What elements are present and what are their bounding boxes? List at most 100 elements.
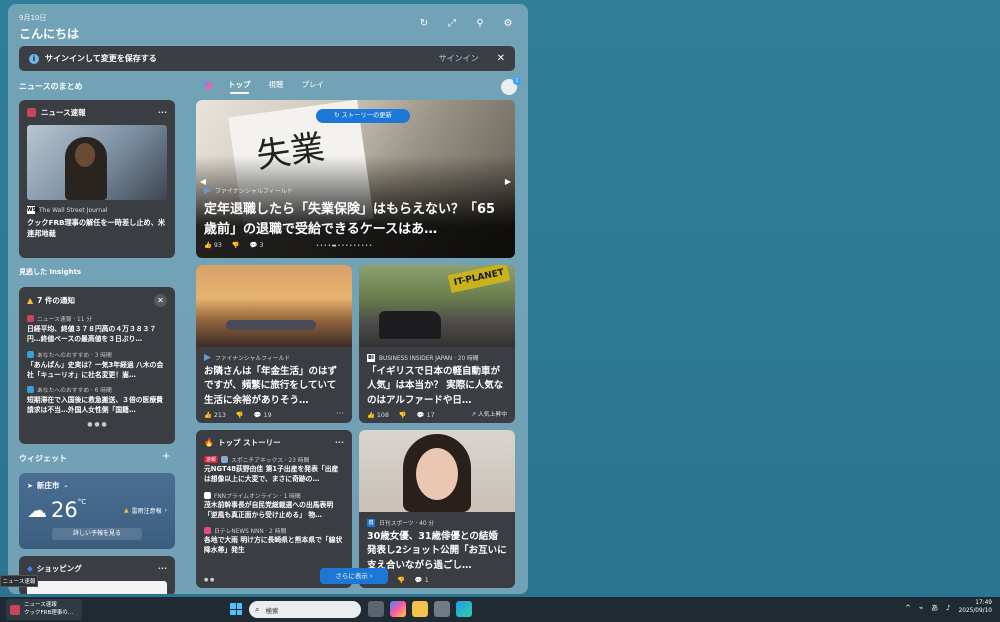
like-button[interactable]: 👍 108: [367, 411, 389, 419]
story-card[interactable]: ファイナンシャルフィールド お隣さんは「年金生活」のはずですが、頻繁に旅行をして…: [196, 265, 352, 423]
breaking-badge: 速報: [204, 456, 219, 463]
notifications-title: 7 件の通知: [37, 296, 75, 305]
recommend-icon: [27, 350, 34, 358]
list-item[interactable]: 日テレNEWS NNN · 2 時間 各地で大雨 明け方に長崎県と熊本県で「線状…: [196, 526, 352, 556]
breaking-news-card[interactable]: ニュース速報 ··· WSJ The Wall Street Journal ク…: [19, 100, 175, 258]
clock[interactable]: 17:49 2025/09/10: [959, 600, 992, 616]
notification-item[interactable]: あなたへのおすすめ · 6 時間 短期滞在で入国後に救急搬送、３倍の医療費請求は…: [19, 385, 175, 416]
comment-button[interactable]: 💬 19: [254, 411, 272, 419]
widgets-panel: 9月10日 こんにちは ↻ ⤢ ⚲ ⚙ i サインインして変更を保存する サイン…: [8, 4, 528, 594]
notification-item[interactable]: あなたへのおすすめ · 3 時間 「あんぱん」史実は？一気3年経過 八木の会社「…: [19, 350, 175, 381]
shopping-widget[interactable]: ◆ ショッピング ···: [19, 556, 175, 594]
more-options-icon[interactable]: ···: [335, 438, 344, 447]
dislike-button[interactable]: 👎: [236, 411, 244, 419]
airplane-shape: [226, 320, 316, 330]
weather-city: 新庄市: [36, 481, 60, 490]
story-headline[interactable]: お隣さんは「年金生活」のはずですが、頻繁に旅行をしていて生活に余裕がありそう…: [196, 365, 352, 408]
info-icon: i: [29, 53, 39, 64]
weather-alert[interactable]: ▲ 雷雨注意報 ›: [124, 506, 167, 515]
card-header: ▲ 7 件の通知 ✕: [19, 287, 175, 314]
refresh-label: ストーリーの更新: [341, 112, 392, 119]
news-image[interactable]: [27, 125, 167, 200]
expand-icon[interactable]: ⤢: [446, 18, 458, 30]
story-headline[interactable]: 30歳女優、31歳俳優との結婚発表し2ショット公開「お互いに支え合いながら過ごし…: [359, 530, 515, 573]
thunderstorm-cloud-icon: ☁: [27, 498, 47, 522]
pin-icon[interactable]: ⚲: [474, 18, 486, 30]
start-button[interactable]: [230, 603, 242, 615]
more-options-icon[interactable]: ···: [158, 108, 167, 117]
weather-widget[interactable]: ➤ 新庄市 ⌄ ☁ 26°C ▲ 雷雨注意報 › 詳しい予報を見る: [19, 473, 175, 549]
story-source-label: BUSINESS INSIDER JAPAN · 20 時間: [379, 356, 479, 362]
comment-count: 1: [424, 577, 429, 584]
dislike-button[interactable]: 👎: [232, 241, 240, 249]
story-source-label: 日刊スポーツ · 40 分: [379, 521, 435, 527]
network-icon[interactable]: ⌁: [919, 604, 923, 612]
close-icon[interactable]: ✕: [497, 53, 505, 64]
hero-story-card[interactable]: 失業 ↻ ストーリーの更新 ◀ ▶ ファイナンシャルフィールド 定年退職したら「…: [196, 100, 515, 258]
panel-date: 9月10日: [19, 14, 47, 22]
pager-dots[interactable]: ● ●: [204, 577, 214, 583]
shop-sign: IT-PLANET: [447, 265, 511, 294]
shopping-image[interactable]: [27, 581, 167, 594]
show-more-button[interactable]: さらに表示 ›: [320, 568, 388, 584]
chevron-right-icon: ›: [164, 506, 167, 514]
ime-indicator[interactable]: あ: [931, 603, 938, 613]
more-options-icon[interactable]: ···: [158, 564, 167, 573]
refresh-icon[interactable]: ↻: [418, 18, 430, 30]
close-icon[interactable]: ✕: [154, 294, 167, 307]
fire-icon: 🔥: [204, 438, 214, 447]
story-image: IT-PLANET: [359, 265, 515, 347]
taskbar-search[interactable]: ⌕ 検索: [249, 601, 361, 618]
detailed-forecast-button[interactable]: 詳しい予報を見る: [52, 528, 142, 540]
financial-field-icon: [204, 354, 211, 361]
notification-item[interactable]: ニュース速報 · 11 分 日経平均、終値３７８円高の４万３８３７円…終値ベース…: [19, 314, 175, 345]
more-options-icon[interactable]: ···: [336, 409, 344, 418]
refresh-stories-button[interactable]: ↻ ストーリーの更新: [316, 109, 410, 123]
news-badge-icon: [10, 604, 20, 615]
signin-link[interactable]: サインイン: [439, 53, 479, 64]
wsj-icon: WSJ: [27, 206, 38, 214]
story-card[interactable]: IT-PLANET BI BUSINESS INSIDER JAPAN · 20 …: [359, 265, 515, 423]
calculator-icon[interactable]: [434, 601, 450, 617]
hero-headline[interactable]: 定年退職したら「失業保険」はもらえない？「65歳前」の退職で受給できるケースはあ…: [204, 200, 504, 239]
story-headline[interactable]: 「イギリスで日本の軽自動車が人気」は本当か？ 実際に人気なのはアルファードや日…: [359, 365, 515, 408]
tab-top[interactable]: トップ: [228, 79, 251, 94]
top-stories-card[interactable]: 🔥 トップ ストーリー ··· 速報 スポニチアネックス · 23 時間 元NGT…: [196, 430, 352, 588]
dislike-button[interactable]: 👎: [399, 411, 407, 419]
news-badge-icon: [27, 315, 34, 322]
notifications-card[interactable]: ▲ 7 件の通知 ✕ ニュース速報 · 11 分 日経平均、終値３７８円高の４万…: [19, 287, 175, 444]
comment-button[interactable]: 💬 1: [415, 576, 429, 584]
weather-location[interactable]: ➤ 新庄市 ⌄: [19, 473, 175, 498]
list-item[interactable]: 速報 スポニチアネックス · 23 時間 元NGT48荻野由佳 第1子出産を発表「…: [196, 455, 352, 485]
list-item[interactable]: FNNプライムオンライン · 1 時間 茂木前幹事長が自民党総裁選への出馬表明「…: [196, 491, 352, 521]
signin-text: サインインして変更を保存する: [45, 54, 157, 63]
news-headline[interactable]: クックFRB理事の解任を一時差し止め、米連邦地裁: [19, 216, 175, 242]
image-face: [75, 143, 95, 167]
file-explorer-icon[interactable]: [412, 601, 428, 617]
copilot-icon[interactable]: [390, 601, 406, 617]
edge-icon[interactable]: [456, 601, 472, 617]
notification-meta: ニュース速報 · 11 分: [27, 314, 167, 323]
speaker-icon[interactable]: ♪: [946, 604, 950, 612]
carousel-dots[interactable]: ••••▬•••••••••: [316, 243, 373, 249]
comment-button[interactable]: 💬 3: [250, 241, 264, 249]
story-image: [359, 430, 515, 512]
news-source-label: The Wall Street Journal: [39, 206, 108, 214]
story-card[interactable]: 日日刊スポーツ · 40 分 30歳女優、31歳俳優との結婚発表し2ショット公開…: [359, 430, 515, 588]
tab-watch[interactable]: 視聴: [269, 79, 284, 94]
tab-play[interactable]: プレイ: [302, 79, 325, 94]
carousel-next-button[interactable]: ▶: [503, 174, 513, 190]
taskbar-widgets-button[interactable]: ニュース速報 クックFRB理事の…: [6, 599, 82, 620]
chevron-up-icon[interactable]: ^: [905, 604, 911, 612]
like-button[interactable]: 👍 213: [204, 411, 226, 419]
warning-icon: ▲: [123, 506, 129, 514]
taskbar: ニュース速報 クックFRB理事の… ⌕ 検索 ^ ⌁ あ ♪ 17:49 202…: [0, 597, 1000, 622]
dislike-button[interactable]: 👎: [397, 576, 405, 584]
shopping-title: ショッピング: [36, 564, 82, 573]
like-button[interactable]: 👍 93: [204, 241, 222, 249]
task-view-icon[interactable]: [368, 601, 384, 617]
add-widget-button[interactable]: +: [162, 451, 170, 462]
gear-icon[interactable]: ⚙: [502, 18, 514, 30]
comment-button[interactable]: 💬 17: [417, 411, 435, 419]
pager-dots[interactable]: ● ● ●: [19, 421, 175, 428]
